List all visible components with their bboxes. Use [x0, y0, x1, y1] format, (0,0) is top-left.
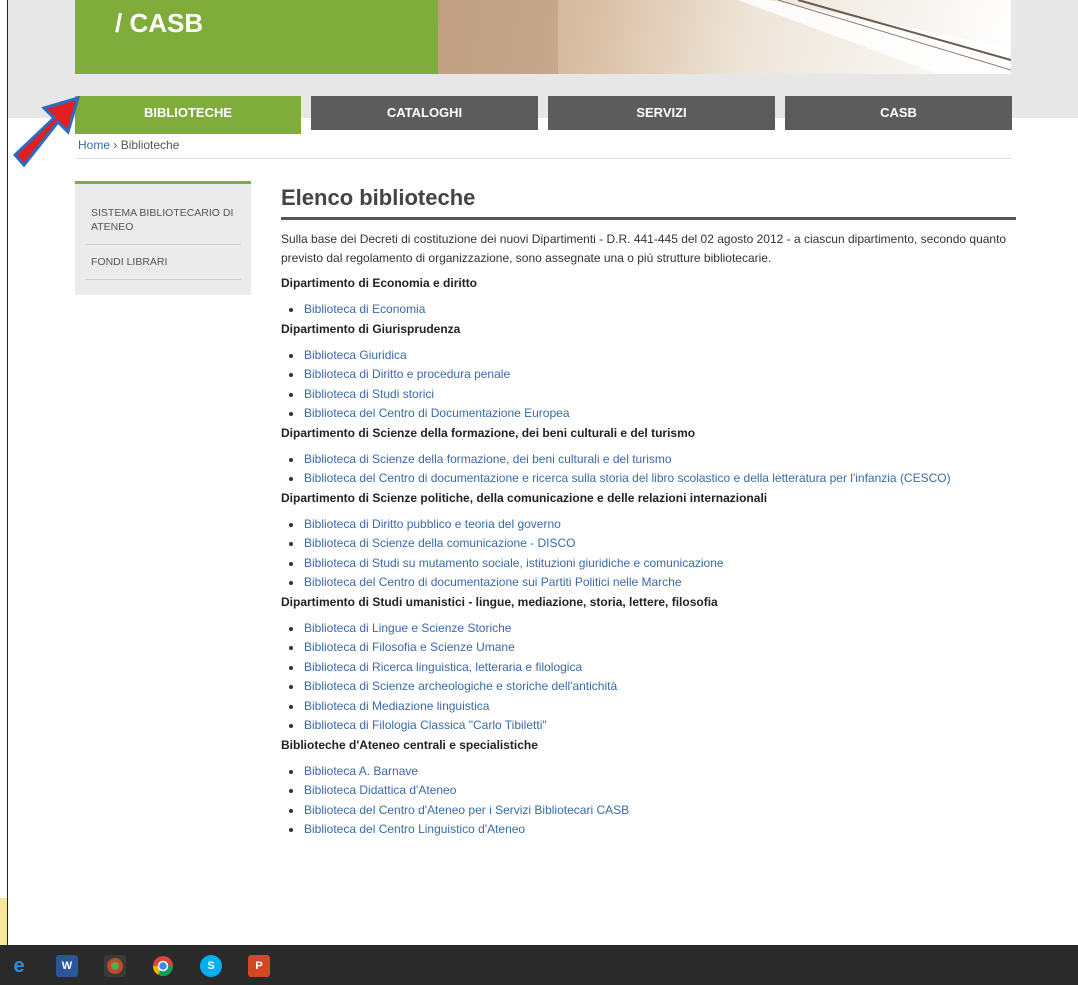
- list-item: Biblioteca A. Barnave: [289, 762, 1016, 782]
- library-link[interactable]: Biblioteca di Mediazione linguistica: [304, 699, 489, 713]
- library-link[interactable]: Biblioteca del Centro d'Ateneo per i Ser…: [304, 803, 629, 817]
- library-link[interactable]: Biblioteca di Economia: [304, 302, 425, 316]
- section-heading: Dipartimento di Scienze della formazione…: [281, 425, 696, 440]
- section-heading: Dipartimento di Economia e diritto: [281, 276, 478, 290]
- desktop-edge: [0, 898, 7, 945]
- library-link[interactable]: Biblioteca di Studi su mutamento sociale…: [304, 556, 724, 570]
- list-item: Biblioteca di Diritto pubblico e teoria …: [289, 515, 1016, 535]
- library-link[interactable]: Biblioteca di Studi storici: [304, 387, 434, 401]
- header-banner-image: [438, 0, 1011, 74]
- library-link[interactable]: Biblioteca di Diritto e procedura penale: [304, 367, 510, 381]
- library-link[interactable]: Biblioteca di Scienze della comunicazion…: [304, 536, 575, 550]
- powerpoint-icon[interactable]: P: [248, 955, 270, 977]
- section-heading: Dipartimento di Scienze politiche, della…: [281, 490, 768, 505]
- list-item: Biblioteca di Scienze archeologiche e st…: [289, 677, 1016, 697]
- library-link[interactable]: Biblioteca di Scienze archeologiche e st…: [304, 679, 617, 693]
- sidebar: SISTEMA BIBLIOTECARIO DI ATENEO FONDI LI…: [75, 181, 251, 295]
- brand-text: / CASB: [115, 8, 204, 38]
- library-link[interactable]: Biblioteca di Filosofia e Scienze Umane: [304, 640, 515, 654]
- list-item: Biblioteca di Economia: [289, 300, 1016, 320]
- list-item: Biblioteca Giuridica: [289, 346, 1016, 366]
- taskbar: e W S P: [0, 945, 1078, 985]
- breadcrumb-current: Biblioteche: [120, 138, 180, 152]
- list-item: Biblioteca di Filologia Classica "Carlo …: [289, 716, 1016, 736]
- library-link[interactable]: Biblioteca di Scienze della formazione, …: [304, 452, 672, 466]
- list-item: Biblioteca del Centro di documentazione …: [289, 573, 1016, 593]
- breadcrumb-separator: ›: [113, 138, 118, 152]
- sidebar-item-fondi-librari[interactable]: FONDI LIBRARI: [85, 245, 241, 280]
- list-item: Biblioteca Didattica d'Ateneo: [289, 781, 1016, 801]
- list-item: Biblioteca di Diritto e procedura penale: [289, 365, 1016, 385]
- page-title: Elenco biblioteche: [281, 185, 1016, 220]
- list-item: Biblioteca di Ricerca linguistica, lette…: [289, 658, 1016, 678]
- library-link[interactable]: Biblioteca A. Barnave: [304, 764, 418, 778]
- library-link[interactable]: Biblioteca di Lingue e Scienze Storiche: [304, 621, 511, 635]
- library-link[interactable]: Biblioteca di Ricerca linguistica, lette…: [304, 660, 582, 674]
- sidebar-item-sistema-bibliotecario[interactable]: SISTEMA BIBLIOTECARIO DI ATENEO: [85, 184, 241, 245]
- library-link[interactable]: Biblioteca Giuridica: [304, 348, 407, 362]
- library-list: Biblioteca di Diritto pubblico e teoria …: [281, 515, 1016, 593]
- edge-icon[interactable]: e: [8, 955, 30, 977]
- list-item: Biblioteca del Centro di documentazione …: [289, 469, 1016, 489]
- main-content: Elenco biblioteche Sulla base dei Decret…: [281, 185, 1016, 840]
- list-item: Biblioteca di Studi storici: [289, 385, 1016, 405]
- breadcrumb: Home › Biblioteche: [78, 138, 179, 152]
- library-list: Biblioteca A. Barnave Biblioteca Didatti…: [281, 762, 1016, 840]
- list-item: Biblioteca del Centro di Documentazione …: [289, 404, 1016, 424]
- list-item: Biblioteca di Scienze della comunicazion…: [289, 534, 1016, 554]
- library-link[interactable]: Biblioteca del Centro di documentazione …: [304, 575, 682, 589]
- tab-servizi[interactable]: SERVIZI: [548, 96, 775, 130]
- library-link[interactable]: Biblioteca del Centro Linguistico d'Aten…: [304, 822, 525, 836]
- section-heading: Biblioteche d'Ateneo centrali e speciali…: [281, 737, 538, 752]
- library-link[interactable]: Biblioteca del Centro di Documentazione …: [304, 406, 570, 420]
- list-item: Biblioteca del Centro d'Ateneo per i Ser…: [289, 801, 1016, 821]
- main-nav: BIBLIOTECHE CATALOGHI SERVIZI CASB: [75, 96, 1012, 134]
- tab-casb[interactable]: CASB: [785, 96, 1012, 130]
- library-list: Biblioteca di Scienze della formazione, …: [281, 450, 1016, 489]
- library-link[interactable]: Biblioteca di Diritto pubblico e teoria …: [304, 517, 561, 531]
- list-item: Biblioteca di Filosofia e Scienze Umane: [289, 638, 1016, 658]
- section-heading: Dipartimento di Giurisprudenza: [281, 321, 461, 336]
- library-list: Biblioteca Giuridica Biblioteca di Dirit…: [281, 346, 1016, 424]
- tab-biblioteche[interactable]: BIBLIOTECHE: [75, 96, 301, 134]
- section-heading: Dipartimento di Studi umanistici - lingu…: [281, 594, 718, 609]
- list-item: Biblioteca di Lingue e Scienze Storiche: [289, 619, 1016, 639]
- red-arrow-annotation: [12, 95, 81, 168]
- library-link[interactable]: Biblioteca Didattica d'Ateneo: [304, 783, 456, 797]
- list-item: Biblioteca di Studi su mutamento sociale…: [289, 554, 1016, 574]
- list-item: Biblioteca del Centro Linguistico d'Aten…: [289, 820, 1016, 840]
- list-item: Biblioteca di Scienze della formazione, …: [289, 450, 1016, 470]
- list-item: Biblioteca di Mediazione linguistica: [289, 697, 1016, 717]
- skype-icon[interactable]: S: [200, 955, 222, 977]
- chrome-icon[interactable]: [152, 955, 174, 977]
- tab-cataloghi[interactable]: CATALOGHI: [311, 96, 538, 130]
- library-list: Biblioteca di Economia: [281, 300, 1016, 320]
- app-icon[interactable]: [104, 955, 126, 977]
- breadcrumb-home[interactable]: Home: [78, 138, 110, 152]
- divider: [75, 158, 1012, 159]
- library-link[interactable]: Biblioteca del Centro di documentazione …: [304, 471, 951, 485]
- word-icon[interactable]: W: [56, 955, 78, 977]
- library-link[interactable]: Biblioteca di Filologia Classica "Carlo …: [304, 718, 547, 732]
- library-list: Biblioteca di Lingue e Scienze Storiche …: [281, 619, 1016, 736]
- site-brand[interactable]: / CASB: [75, 0, 438, 74]
- intro-text: Sulla base dei Decreti di costituzione d…: [281, 232, 1007, 265]
